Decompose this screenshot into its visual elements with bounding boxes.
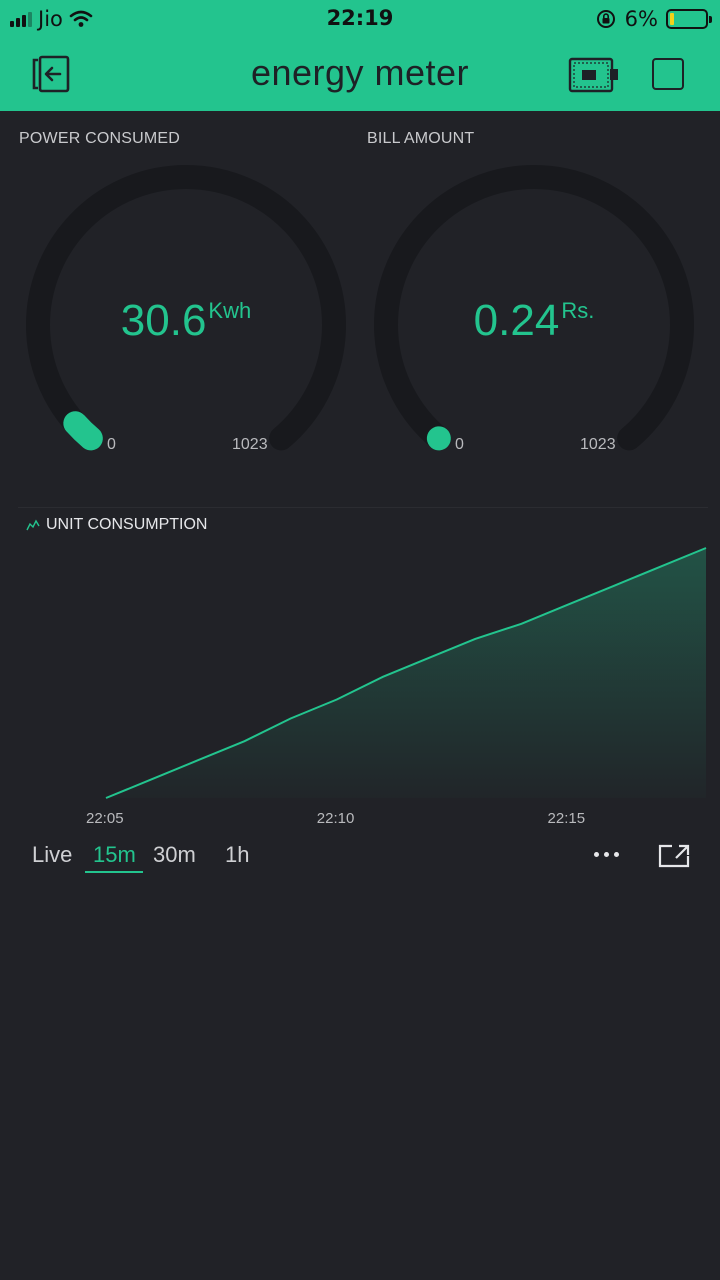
gauge-power-label: POWER CONSUMED [19,130,181,147]
gauge-bill-unit: Rs. [561,298,595,323]
app-header: energy meter [0,38,720,111]
active-tab-indicator [85,871,143,873]
period-tab-1h[interactable]: 1h [225,842,249,868]
section-divider [18,507,708,508]
gauge-bill-max: 1023 [580,436,616,453]
period-tab-30m[interactable]: 30m [153,842,196,868]
x-tick-label: 22:15 [547,810,586,827]
gauge-bill-number: 0.24 [473,296,560,345]
chart-header: UNIT CONSUMPTION [26,516,207,534]
battery-percent: 6% [624,7,658,31]
battery-icon [666,9,712,29]
gauge-bill-min: 0 [455,436,464,453]
x-tick-label: 22:05 [86,810,124,827]
device-board-icon[interactable] [568,56,620,94]
period-tab-15m[interactable]: 15m [93,842,136,868]
chart-line-icon [26,519,40,531]
gauge-power-min: 0 [107,436,116,453]
period-tab-live[interactable]: Live [32,842,72,868]
gauge-power-unit: Kwh [208,298,252,323]
x-tick-label: 22:10 [316,810,355,827]
gauge-power-value: 30.6Kwh [26,296,346,346]
status-bar: Jio 22:19 6% [0,0,720,38]
gauge-fill [63,411,103,451]
expand-chart-icon[interactable] [658,844,690,868]
unit-consumption-chart[interactable] [0,540,720,802]
gauge-power-number: 30.6 [120,296,207,345]
more-options-icon[interactable] [594,852,619,857]
rotation-lock-icon [596,10,615,28]
gauge-power-max: 1023 [232,436,268,453]
stop-square-icon[interactable] [652,58,684,90]
chart-title: UNIT CONSUMPTION [46,516,208,533]
gauge-bill-label: BILL AMOUNT [367,130,475,147]
gauge-bill-value: 0.24Rs. [374,296,694,346]
